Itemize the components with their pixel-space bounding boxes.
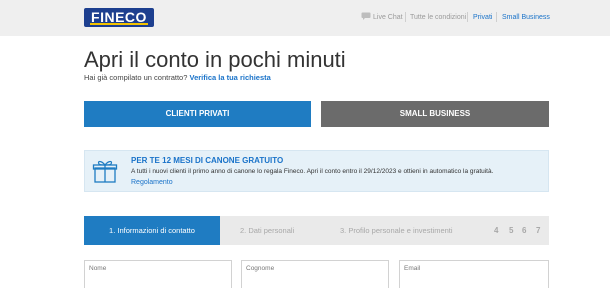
promo-text: A tutti i nuovi clienti il primo anno di…	[131, 168, 494, 175]
cognome-field[interactable]: Cognome	[241, 260, 389, 288]
small-business-link[interactable]: Small Business	[502, 12, 550, 24]
progress-steps: 1. Informazioni di contatto 2. Dati pers…	[84, 216, 549, 245]
nome-field[interactable]: Nome	[84, 260, 232, 288]
small-business-button[interactable]: SMALL BUSINESS	[321, 101, 549, 127]
regolamento-link[interactable]: Regolamento	[131, 179, 173, 186]
logo-underline	[90, 23, 148, 25]
step-5: 5	[509, 226, 514, 235]
live-chat-link[interactable]: Live Chat	[373, 12, 403, 24]
step-7: 7	[536, 226, 541, 235]
top-bar: FINECO Live Chat Tutte le condizioni Pri…	[0, 0, 610, 36]
promo-banner: PER TE 12 MESI DI CANONE GRATUITO A tutt…	[84, 150, 549, 192]
private-link[interactable]: Privati	[473, 12, 492, 24]
fineco-logo[interactable]: FINECO	[84, 8, 154, 27]
verify-request-link[interactable]: Verifica la tua richiesta	[190, 73, 271, 82]
page-title: Apri il conto in pochi minuti	[84, 47, 346, 72]
step-contact-info[interactable]: 1. Informazioni di contatto	[84, 216, 220, 245]
nav-divider	[405, 12, 406, 22]
nome-label: Nome	[89, 265, 107, 272]
clienti-privati-button[interactable]: CLIENTI PRIVATI	[84, 101, 311, 127]
email-label: Email	[404, 265, 421, 272]
subtitle-prefix: Hai già compilato un contratto?	[84, 73, 188, 82]
terms-link[interactable]: Tutte le condizioni	[410, 12, 466, 24]
step-4: 4	[494, 226, 499, 235]
step-personal-data: 2. Dati personali	[240, 226, 295, 235]
nav-divider	[467, 12, 468, 22]
step-6: 6	[522, 226, 527, 235]
gift-icon	[92, 160, 118, 183]
chat-bubble-icon[interactable]	[361, 12, 371, 20]
nav-divider	[496, 12, 497, 22]
email-field[interactable]: Email	[399, 260, 549, 288]
subtitle: Hai già compilato un contratto? Verifica…	[84, 73, 271, 83]
promo-title: PER TE 12 MESI DI CANONE GRATUITO	[131, 156, 284, 165]
cognome-label: Cognome	[246, 265, 275, 272]
step-profile: 3. Profilo personale e investimenti	[340, 226, 453, 235]
